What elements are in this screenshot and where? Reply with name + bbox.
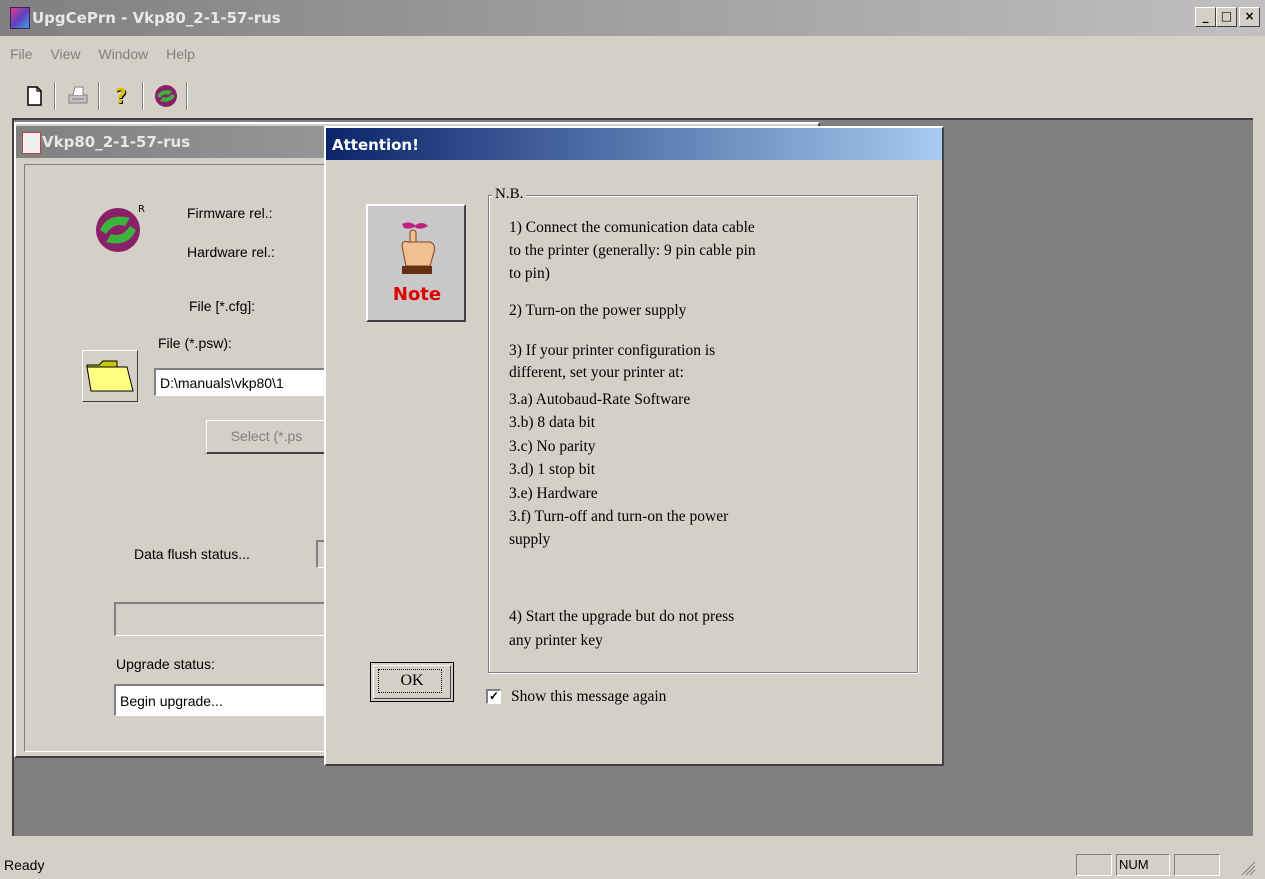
nb-line: to the printer (generally: 9 pin cable p… bbox=[509, 242, 756, 259]
app-window: UpgCePrn - Vkp80_2-1-57-rus _ □ × File V… bbox=[0, 0, 1265, 879]
checkmark-icon: ✓ bbox=[488, 689, 500, 703]
status-bar: Ready NUM bbox=[0, 852, 1265, 879]
toolbar: ?? bbox=[12, 78, 1262, 116]
svg-text:R: R bbox=[138, 204, 145, 215]
upgrade-status-label: Upgrade status: bbox=[116, 656, 215, 672]
print-button[interactable] bbox=[64, 82, 92, 110]
nb-line: 3.b) 8 data bit bbox=[509, 414, 596, 431]
psw-file-label: File (*.psw): bbox=[158, 335, 232, 351]
nb-line: 1) Connect the comunication data cable bbox=[509, 219, 755, 236]
menu-view[interactable]: View bbox=[50, 46, 80, 62]
select-psw-button[interactable]: Select (*.ps bbox=[206, 420, 328, 454]
nb-line: to pin) bbox=[509, 265, 550, 282]
dialog-title: Attention! bbox=[332, 136, 419, 154]
nb-groupbox bbox=[488, 195, 918, 673]
num-indicator: NUM bbox=[1119, 857, 1149, 872]
toolbar-separator bbox=[142, 82, 144, 110]
status-panel-caps bbox=[1076, 854, 1112, 876]
close-button[interactable]: × bbox=[1239, 7, 1260, 27]
nb-line: 3.a) Autobaud-Rate Software bbox=[509, 391, 691, 408]
pointing-hand-icon bbox=[401, 222, 435, 274]
status-text: Ready bbox=[4, 857, 45, 873]
show-again-label[interactable]: Show this message again bbox=[511, 686, 666, 708]
app-title: UpgCePrn - Vkp80_2-1-57-rus bbox=[32, 9, 281, 27]
maximize-icon: □ bbox=[1220, 9, 1233, 23]
nb-line: 3.e) Hardware bbox=[509, 485, 598, 502]
firmware-label: Firmware rel.: bbox=[187, 205, 273, 221]
nb-line: any printer key bbox=[509, 632, 603, 649]
note-label: Note bbox=[392, 284, 442, 305]
menu-help[interactable]: Help bbox=[166, 46, 195, 62]
child-title: Vkp80_2-1-57-rus bbox=[42, 133, 191, 151]
status-panel-scrl bbox=[1174, 854, 1220, 876]
toolbar-separator bbox=[98, 82, 100, 110]
app-logo-button[interactable] bbox=[152, 82, 180, 110]
maximize-button[interactable]: □ bbox=[1216, 7, 1237, 27]
minimize-icon: _ bbox=[1202, 9, 1209, 23]
toolbar-separator bbox=[186, 82, 188, 110]
nb-line: 3.f) Turn-off and turn-on the power bbox=[509, 508, 729, 525]
minimize-button[interactable]: _ bbox=[1195, 7, 1216, 27]
focus-rect bbox=[378, 669, 442, 693]
menu-window[interactable]: Window bbox=[98, 46, 148, 62]
menu-file[interactable]: File bbox=[10, 46, 33, 62]
upgrade-status-field: Begin upgrade... bbox=[114, 684, 328, 716]
dialog-title-bar[interactable]: Attention! bbox=[326, 128, 942, 160]
folder-icon bbox=[86, 360, 134, 392]
print-icon bbox=[68, 86, 88, 104]
note-image: Note bbox=[366, 204, 466, 322]
nb-line: 3.c) No parity bbox=[509, 438, 596, 455]
cfg-file-label: File [*.cfg]: bbox=[189, 298, 256, 314]
toolbar-separator bbox=[54, 82, 56, 110]
new-document-button[interactable] bbox=[20, 82, 48, 110]
nb-line: different, set your printer at: bbox=[509, 364, 684, 381]
nb-line: 2) Turn-on the power supply bbox=[509, 302, 687, 319]
nb-group-label: N.B. bbox=[492, 186, 527, 203]
app-title-bar[interactable]: UpgCePrn - Vkp80_2-1-57-rus _ □ × bbox=[0, 0, 1265, 36]
status-panel-num: NUM bbox=[1116, 854, 1170, 876]
menu-bar: File View Window Help bbox=[0, 46, 199, 72]
data-flush-label: Data flush status... bbox=[134, 546, 250, 562]
nb-line: 4) Start the upgrade but do not press bbox=[509, 608, 735, 625]
new-document-icon bbox=[27, 86, 42, 106]
resize-grip-icon[interactable] bbox=[1238, 858, 1256, 876]
close-icon: × bbox=[1244, 9, 1255, 23]
app-icon[interactable] bbox=[10, 7, 30, 29]
nb-line: 3.d) 1 stop bit bbox=[509, 461, 596, 478]
hardware-label: Hardware rel.: bbox=[187, 244, 275, 260]
open-folder-button[interactable] bbox=[82, 350, 138, 402]
help-button[interactable]: ?? bbox=[108, 82, 136, 110]
ok-button[interactable]: OK bbox=[370, 662, 454, 702]
nb-line: supply bbox=[509, 531, 551, 548]
app-logo-icon: R bbox=[96, 204, 145, 252]
app-logo-icon bbox=[155, 85, 177, 107]
help-icon: ?? bbox=[115, 84, 128, 109]
progress-bar bbox=[114, 602, 328, 636]
show-again-checkbox[interactable]: ✓ bbox=[486, 689, 501, 704]
svg-text:?: ? bbox=[115, 84, 127, 108]
psw-path-field[interactable]: D:\manuals\vkp80\1 bbox=[154, 368, 326, 396]
document-icon bbox=[22, 132, 41, 154]
nb-line: 3) If your printer configuration is bbox=[509, 342, 716, 359]
